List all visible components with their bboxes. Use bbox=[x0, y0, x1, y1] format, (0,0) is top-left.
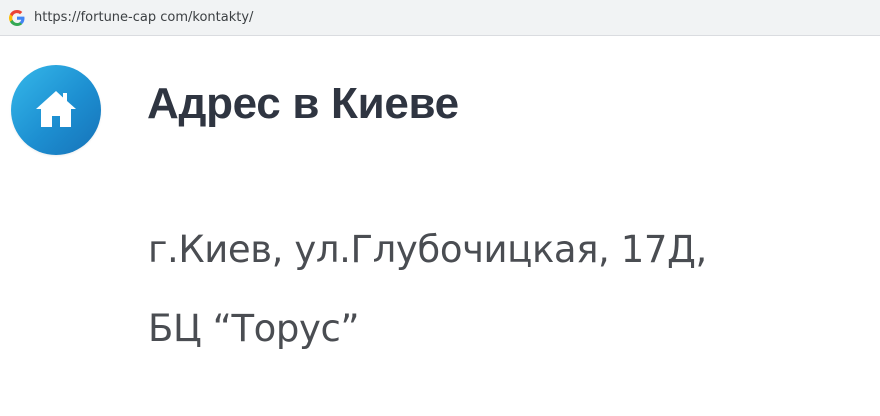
address-line-building: БЦ “Торус” bbox=[148, 307, 360, 350]
home-icon bbox=[36, 91, 76, 127]
url-text[interactable]: https://fortune-cap com/kontakty/ bbox=[34, 9, 253, 27]
home-icon-badge bbox=[11, 65, 101, 155]
browser-address-bar[interactable]: https://fortune-cap com/kontakty/ bbox=[0, 0, 880, 36]
google-g-icon bbox=[8, 9, 26, 27]
address-line-street: г.Киев, ул.Глубочицкая, 17Д, bbox=[148, 228, 707, 271]
section-title: Адрес в Киеве bbox=[147, 79, 459, 128]
